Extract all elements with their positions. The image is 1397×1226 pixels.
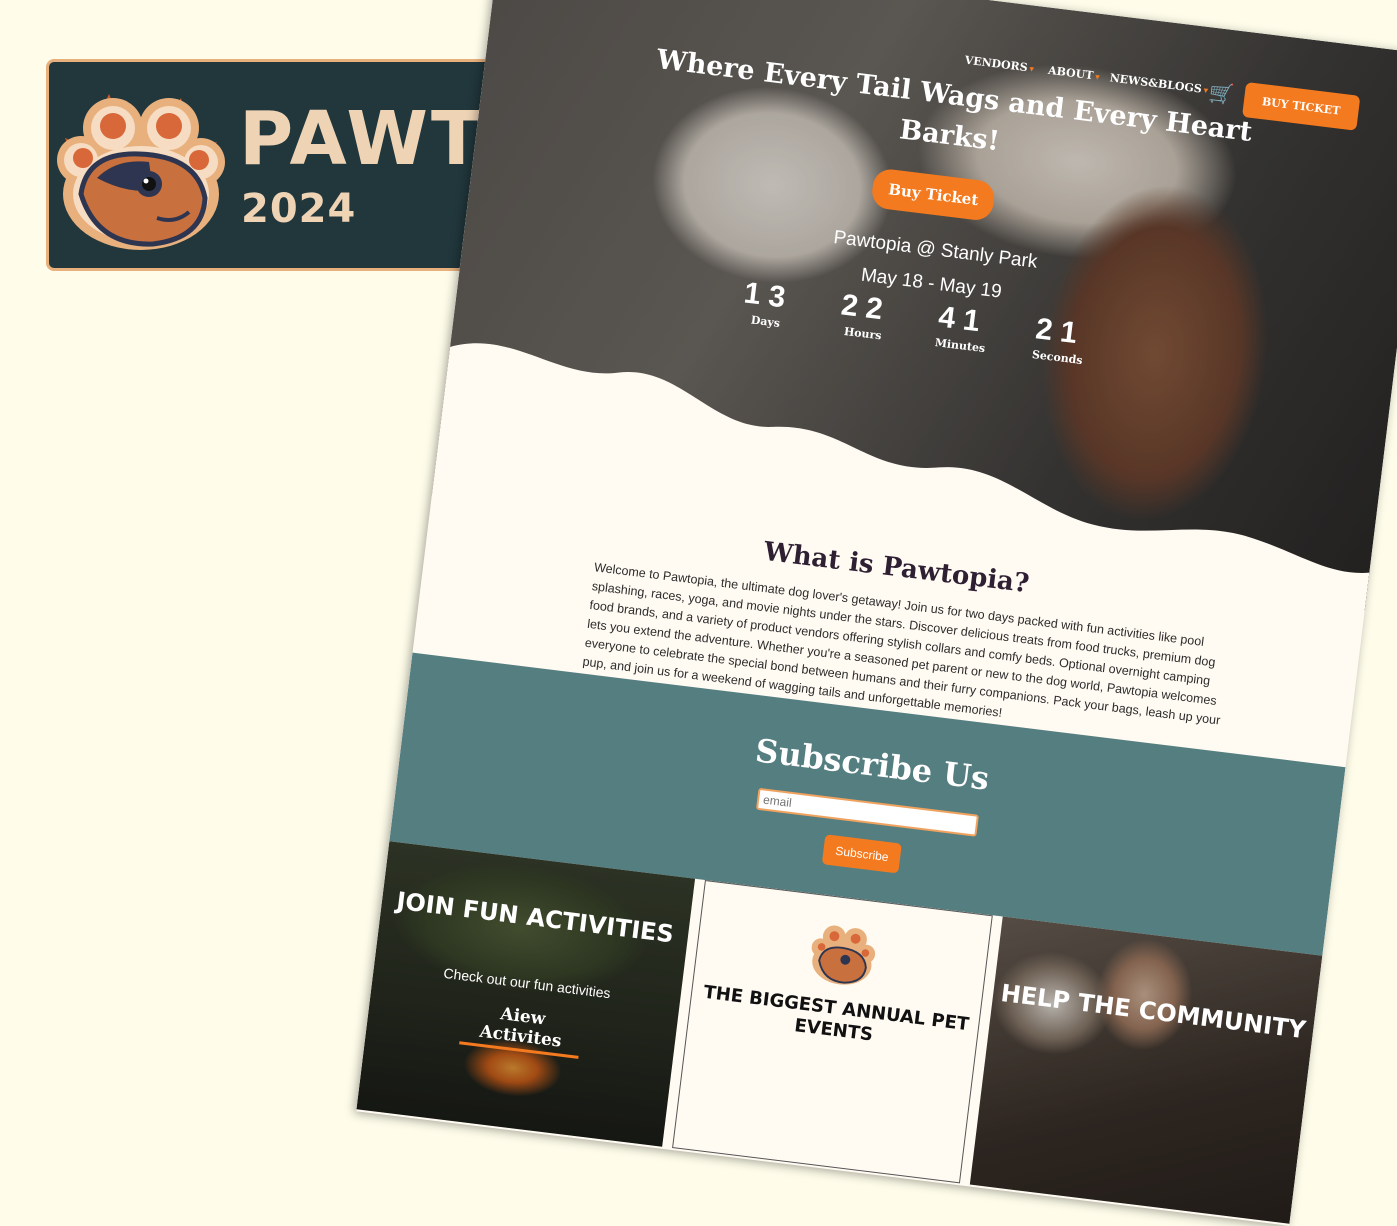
cart-icon[interactable]: 🛒	[1207, 80, 1235, 107]
countdown-minutes: 41 Minutes	[920, 299, 1005, 357]
nav-item-label: ABOUT	[1047, 63, 1095, 83]
countdown-days: 13 Days	[725, 275, 810, 333]
chevron-down-icon: ▾	[1028, 64, 1035, 75]
nav-item-about[interactable]: ABOUT▾	[1047, 64, 1100, 83]
countdown-hours: 22 Hours	[822, 287, 907, 345]
email-field[interactable]	[755, 787, 979, 837]
website-page: VENDORS▾ ABOUT▾ NEWS&BLOGS▾ 🛒 BUY TICKET…	[356, 0, 1397, 1226]
paw-dog-icon	[57, 94, 225, 250]
subscribe-button[interactable]: Subscribe	[821, 834, 903, 874]
nav-item-label: VENDORS	[964, 53, 1029, 75]
nav-item-news-blogs[interactable]: NEWS&BLOGS▾	[1109, 71, 1209, 96]
community-image-overlay	[969, 916, 1323, 1224]
countdown-seconds: 21 Seconds	[1017, 310, 1102, 368]
community-card[interactable]: HELP THE COMMUNITY	[969, 916, 1323, 1224]
logo-year: 2024	[241, 186, 357, 232]
events-card[interactable]: THE BIGGEST ANNUAL PET EVENTS	[672, 879, 993, 1184]
paw-dog-icon	[811, 925, 876, 985]
events-title: THE BIGGEST ANNUAL PET EVENTS	[702, 981, 971, 1046]
chevron-down-icon: ▾	[1094, 72, 1101, 84]
activities-card[interactable]: JOIN FUN ACTIVITIES Check out our fun ac…	[356, 841, 696, 1147]
nav-item-label: NEWS&BLOGS	[1108, 71, 1203, 96]
nav-item-vendors[interactable]: VENDORS▾	[964, 54, 1035, 75]
